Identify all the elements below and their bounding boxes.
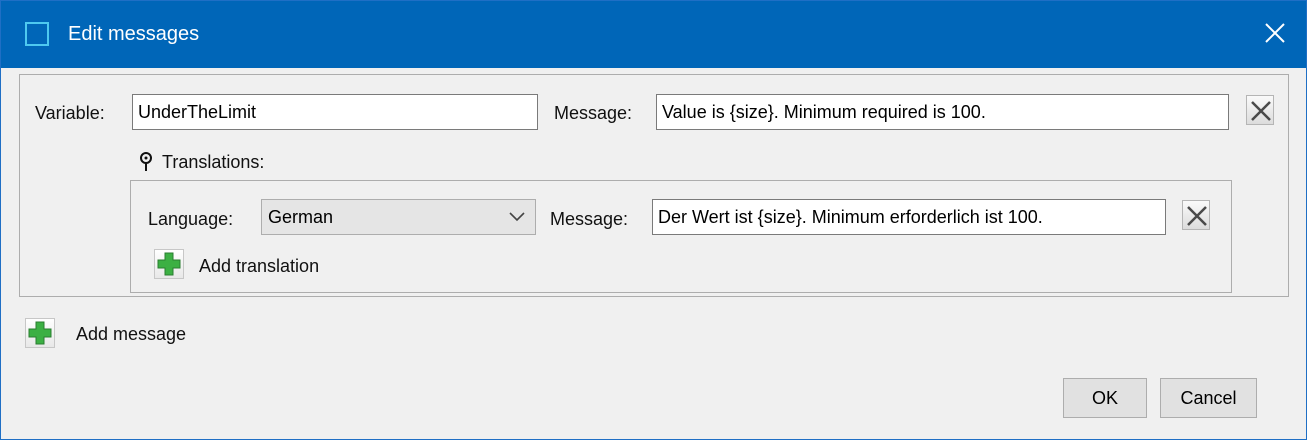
language-label: Language: (148, 209, 234, 229)
remove-message-button[interactable] (1246, 95, 1274, 125)
add-translation-button[interactable] (154, 249, 184, 279)
green-plus-icon (157, 252, 181, 276)
dialog-window: Edit messages Variable: UnderTheLimit Me… (0, 0, 1307, 440)
message-label: Message: (554, 103, 633, 123)
ok-button[interactable]: OK (1063, 378, 1147, 418)
chevron-down-icon (509, 212, 525, 222)
app-window-icon (25, 22, 49, 46)
add-translation-label[interactable]: Add translation (199, 255, 319, 277)
close-icon[interactable] (1258, 16, 1292, 50)
pin-icon (138, 151, 154, 173)
language-select[interactable]: German (261, 199, 536, 235)
cancel-button[interactable]: Cancel (1160, 378, 1257, 418)
add-message-button[interactable] (25, 318, 55, 348)
remove-x-icon (1187, 206, 1207, 226)
translations-label: Translations: (162, 152, 265, 172)
translation-message-input[interactable]: Der Wert ist {size}. Minimum erforderlic… (652, 199, 1166, 235)
translation-message-label: Message: (550, 209, 629, 229)
translations-group: Language: German Message: Der Wert ist {… (130, 180, 1232, 293)
add-message-label[interactable]: Add message (76, 323, 186, 345)
variable-input[interactable]: UnderTheLimit (132, 94, 538, 130)
green-plus-icon (28, 321, 52, 345)
message-input[interactable]: Value is {size}. Minimum required is 100… (656, 94, 1229, 130)
language-value: German (268, 207, 334, 227)
window-title: Edit messages (68, 23, 200, 45)
variable-label: Variable: (35, 103, 105, 123)
remove-x-icon (1251, 101, 1271, 121)
message-panel: Variable: UnderTheLimit Message: Value i… (19, 74, 1289, 297)
remove-translation-button[interactable] (1182, 200, 1210, 230)
title-bar[interactable]: Edit messages (1, 1, 1306, 68)
